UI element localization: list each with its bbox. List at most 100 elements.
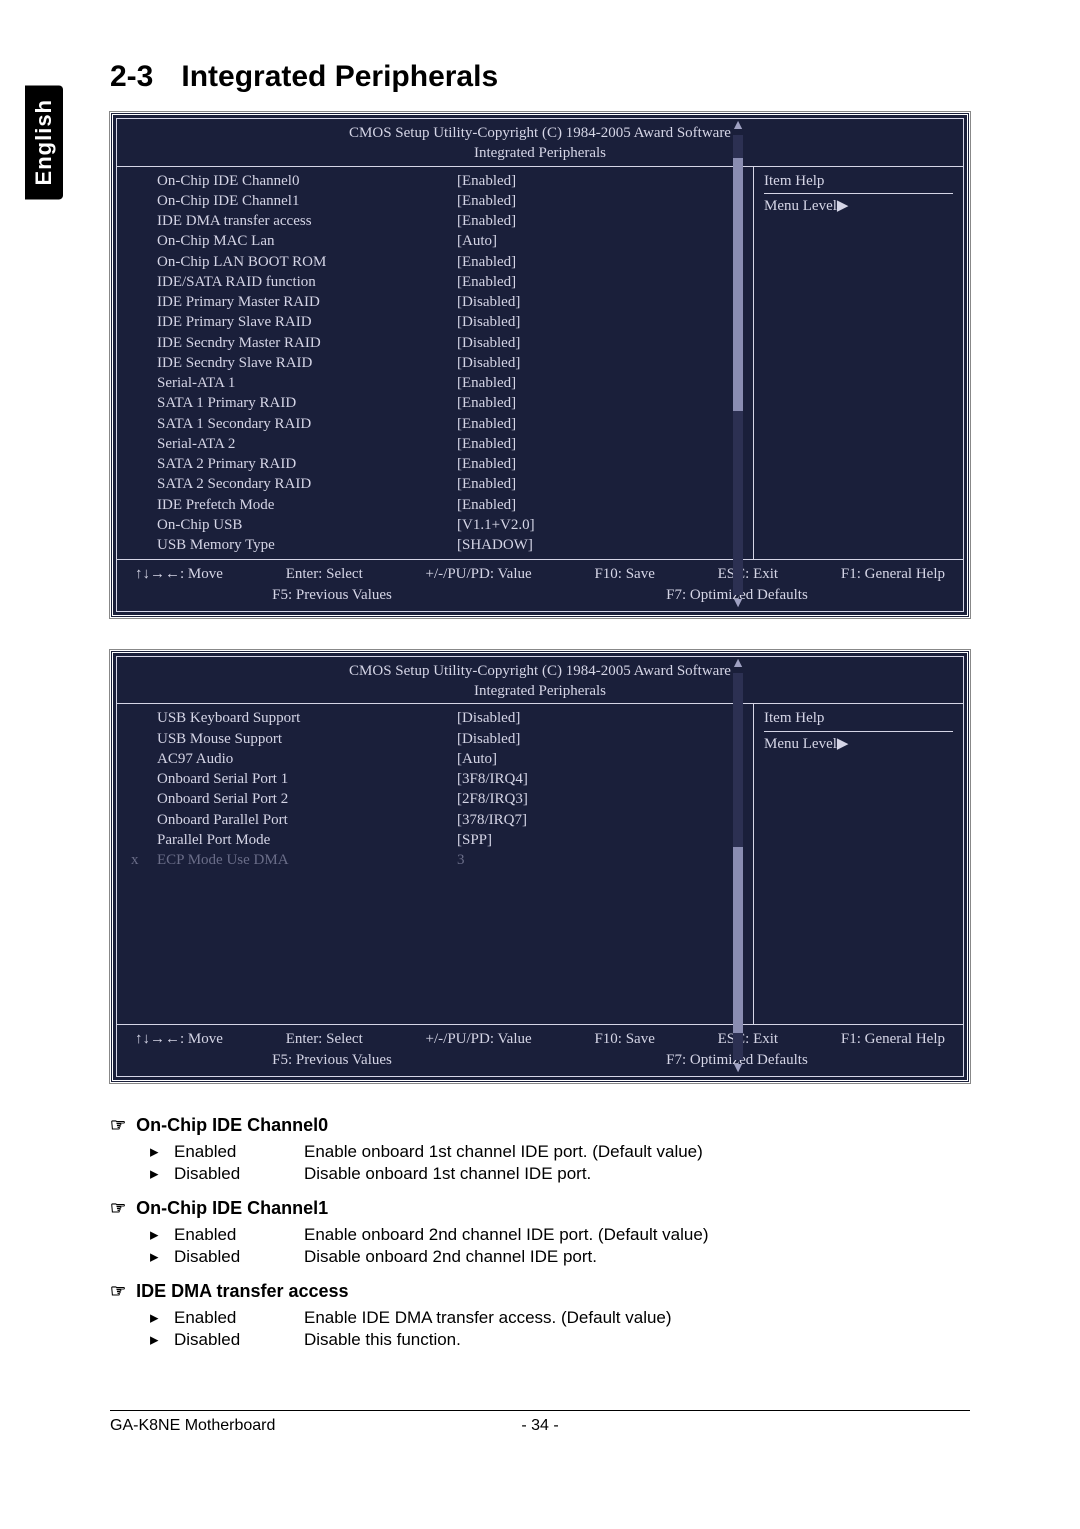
setting-value[interactable]: [Disabled] <box>457 292 745 312</box>
setting-label: Onboard Parallel Port <box>157 810 457 830</box>
bios-setting-row[interactable]: On-Chip USB[V1.1+V2.0] <box>157 515 745 535</box>
option-text: Enable onboard 1st channel IDE port. (De… <box>304 1142 970 1162</box>
bios-setting-row[interactable]: USB Memory Type[SHADOW] <box>157 535 745 555</box>
hint-prev: F5: Previous Values <box>272 1050 392 1070</box>
setting-value[interactable]: [Auto] <box>457 231 745 251</box>
setting-value[interactable]: [Disabled] <box>457 353 745 373</box>
setting-value[interactable]: [Enabled] <box>457 393 745 413</box>
hint-select: Enter: Select <box>286 564 363 584</box>
setting-value[interactable]: [Disabled] <box>457 312 745 332</box>
bios-setting-row[interactable]: Serial-ATA 2[Enabled] <box>157 434 745 454</box>
setting-label: Serial-ATA 2 <box>157 434 457 454</box>
setting-label: Onboard Serial Port 2 <box>157 789 457 809</box>
page-footer: GA-K8NE Motherboard - 34 - <box>110 1410 970 1435</box>
option-heading-text: IDE DMA transfer access <box>136 1281 348 1301</box>
setting-value[interactable]: [Enabled] <box>457 414 745 434</box>
setting-value[interactable]: [SHADOW] <box>457 535 745 555</box>
setting-value[interactable]: [Disabled] <box>457 708 745 728</box>
setting-value[interactable]: [Enabled] <box>457 474 745 494</box>
bios2-scrollbar[interactable]: ▲ ▼ <box>731 657 745 1076</box>
option-name: Disabled <box>174 1247 304 1267</box>
bios-setting-row[interactable]: Parallel Port Mode[SPP] <box>157 830 745 850</box>
disabled-marker: x <box>131 850 139 870</box>
setting-label: Serial-ATA 1 <box>157 373 457 393</box>
bios-setting-row[interactable]: On-Chip IDE Channel0[Enabled] <box>157 171 745 191</box>
bios-setting-row[interactable]: IDE Primary Master RAID[Disabled] <box>157 292 745 312</box>
setting-label: Parallel Port Mode <box>157 830 457 850</box>
bullet-icon: ▸ <box>150 1142 174 1162</box>
scroll-track[interactable] <box>733 673 743 1060</box>
bios-setting-row[interactable]: Onboard Serial Port 1[3F8/IRQ4] <box>157 769 745 789</box>
bios-setting-row[interactable]: IDE Secndry Master RAID[Disabled] <box>157 333 745 353</box>
footer-page-number: - 34 - <box>521 1417 558 1435</box>
bios-setting-row[interactable]: IDE DMA transfer access[Enabled] <box>157 211 745 231</box>
bios-setting-row[interactable]: On-Chip IDE Channel1[Enabled] <box>157 191 745 211</box>
setting-value[interactable]: [V1.1+V2.0] <box>457 515 745 535</box>
bios-setting-row[interactable]: IDE Secndry Slave RAID[Disabled] <box>157 353 745 373</box>
setting-value[interactable]: [Enabled] <box>457 272 745 292</box>
bios2-help-heading: Item Help <box>764 708 953 728</box>
bios-setting-row[interactable]: IDE Primary Slave RAID[Disabled] <box>157 312 745 332</box>
bios-setting-row[interactable]: USB Keyboard Support[Disabled] <box>157 708 745 728</box>
setting-value[interactable]: [Enabled] <box>457 171 745 191</box>
option-text: Enable IDE DMA transfer access. (Default… <box>304 1308 970 1328</box>
bullet-icon: ▸ <box>150 1308 174 1328</box>
bios2-help-panel: Item Help Menu Level▶ <box>753 704 963 1024</box>
setting-value[interactable]: [2F8/IRQ3] <box>457 789 745 809</box>
setting-value[interactable]: [Enabled] <box>457 211 745 231</box>
bios1-header-line1: CMOS Setup Utility-Copyright (C) 1984-20… <box>117 123 963 143</box>
bullet-icon: ▸ <box>150 1247 174 1267</box>
setting-value[interactable]: [Enabled] <box>457 191 745 211</box>
hint-exit: ESC: Exit <box>718 1029 778 1049</box>
scroll-up-icon[interactable]: ▲ <box>731 119 745 133</box>
scroll-down-icon[interactable]: ▼ <box>731 1062 745 1076</box>
bios2-menu-level: Menu Level▶ <box>764 731 953 754</box>
setting-value[interactable]: [378/IRQ7] <box>457 810 745 830</box>
scroll-thumb[interactable] <box>733 158 743 411</box>
bios-setting-row[interactable]: IDE Prefetch Mode[Enabled] <box>157 495 745 515</box>
setting-value[interactable]: [Enabled] <box>457 495 745 515</box>
option-text: Disable onboard 1st channel IDE port. <box>304 1164 970 1184</box>
hint-prev: F5: Previous Values <box>272 585 392 605</box>
bios-setting-row[interactable]: Onboard Serial Port 2[2F8/IRQ3] <box>157 789 745 809</box>
bios2-main-panel: USB Keyboard Support[Disabled]USB Mouse … <box>117 704 753 1024</box>
bios-setting-row[interactable]: USB Mouse Support[Disabled] <box>157 729 745 749</box>
setting-value[interactable]: [Enabled] <box>457 434 745 454</box>
bios2-header-line2: Integrated Peripherals <box>117 681 963 701</box>
scroll-track[interactable] <box>733 135 743 595</box>
setting-value[interactable]: [Disabled] <box>457 333 745 353</box>
setting-value[interactable]: [3F8/IRQ4] <box>457 769 745 789</box>
scroll-thumb[interactable] <box>733 847 743 1033</box>
bios1-help-panel: Item Help Menu Level▶ <box>753 167 963 560</box>
setting-value[interactable]: [Enabled] <box>457 454 745 474</box>
setting-label: SATA 1 Secondary RAID <box>157 414 457 434</box>
setting-label: IDE/SATA RAID function <box>157 272 457 292</box>
setting-value[interactable]: [Enabled] <box>457 252 745 272</box>
setting-value[interactable]: [SPP] <box>457 830 745 850</box>
bios-setting-row[interactable]: SATA 2 Primary RAID[Enabled] <box>157 454 745 474</box>
option-name: Enabled <box>174 1308 304 1328</box>
bios-setting-row[interactable]: Onboard Parallel Port[378/IRQ7] <box>157 810 745 830</box>
language-tab: English <box>25 85 63 199</box>
bios-setting-row[interactable]: AC97 Audio[Auto] <box>157 749 745 769</box>
bios-setting-row[interactable]: SATA 2 Secondary RAID[Enabled] <box>157 474 745 494</box>
bios-setting-row[interactable]: On-Chip MAC Lan[Auto] <box>157 231 745 251</box>
bios1-scrollbar[interactable]: ▲ ▼ <box>731 119 745 611</box>
bios1-help-heading: Item Help <box>764 171 953 191</box>
bios-setting-row[interactable]: IDE/SATA RAID function[Enabled] <box>157 272 745 292</box>
bios-setting-row[interactable]: On-Chip LAN BOOT ROM[Enabled] <box>157 252 745 272</box>
scroll-down-icon[interactable]: ▼ <box>731 597 745 611</box>
setting-value[interactable]: [Auto] <box>457 749 745 769</box>
option-heading: ☞On-Chip IDE Channel0 <box>110 1115 970 1136</box>
scroll-up-icon[interactable]: ▲ <box>731 657 745 671</box>
option-row: ▸DisabledDisable onboard 2nd channel IDE… <box>150 1247 970 1267</box>
setting-value[interactable]: 3 <box>457 850 745 870</box>
setting-value[interactable]: [Disabled] <box>457 729 745 749</box>
bios-screen-2: CMOS Setup Utility-Copyright (C) 1984-20… <box>110 650 970 1083</box>
bios-setting-row[interactable]: SATA 1 Primary RAID[Enabled] <box>157 393 745 413</box>
bios-setting-row[interactable]: xECP Mode Use DMA3 <box>157 850 745 870</box>
bios-setting-row[interactable]: SATA 1 Secondary RAID[Enabled] <box>157 414 745 434</box>
bios2-body: USB Keyboard Support[Disabled]USB Mouse … <box>117 704 963 1024</box>
bios-setting-row[interactable]: Serial-ATA 1[Enabled] <box>157 373 745 393</box>
setting-value[interactable]: [Enabled] <box>457 373 745 393</box>
